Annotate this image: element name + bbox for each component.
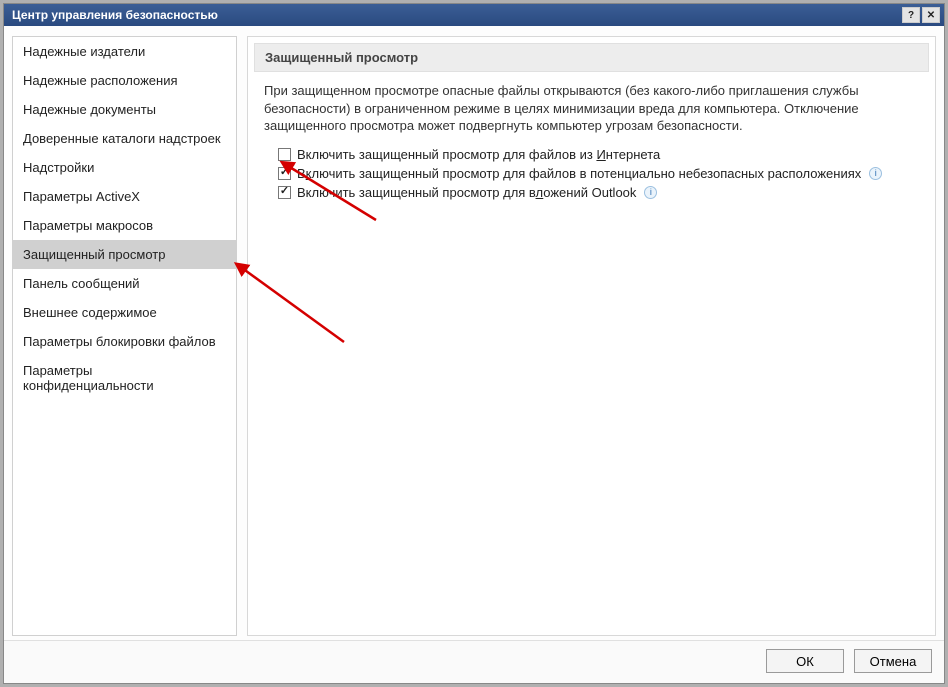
sidebar-item-label: Параметры конфиденциальности	[23, 363, 154, 393]
sidebar-item-5[interactable]: Параметры ActiveX	[13, 182, 236, 211]
sidebar-item-label: Панель сообщений	[23, 276, 140, 291]
sidebar: Надежные издатели Надежные расположения На…	[12, 36, 237, 636]
sidebar-item-label: Параметры ActiveX	[23, 189, 140, 204]
sidebar-item-8[interactable]: Панель сообщений	[13, 269, 236, 298]
sidebar-item-11[interactable]: Параметры конфиденциальности	[13, 356, 236, 400]
ok-button[interactable]: ОК	[766, 649, 844, 673]
info-icon[interactable]: i	[644, 186, 657, 199]
sidebar-item-label: Внешнее содержимое	[23, 305, 157, 320]
sidebar-item-4[interactable]: Надстройки	[13, 153, 236, 182]
sidebar-item-3[interactable]: Доверенные каталоги надстроек	[13, 124, 236, 153]
option-row-0: Включить защищенный просмотр для файлов …	[254, 145, 929, 164]
sidebar-item-label: Надежные издатели	[23, 44, 145, 59]
trust-center-dialog: Центр управления безопасностью ? ✕ Надеж…	[3, 3, 945, 684]
sidebar-item-label: Параметры макросов	[23, 218, 153, 233]
main-panel: Защищенный просмотр При защищенном просм…	[247, 36, 936, 636]
option-label-1[interactable]: Включить защищенный просмотр для файлов …	[297, 166, 861, 181]
titlebar: Центр управления безопасностью ? ✕	[4, 4, 944, 26]
info-icon[interactable]: i	[869, 167, 882, 180]
sidebar-item-label: Надежные расположения	[23, 73, 178, 88]
sidebar-item-label: Надстройки	[23, 160, 94, 175]
sidebar-item-1[interactable]: Надежные расположения	[13, 66, 236, 95]
dialog-body: Надежные издатели Надежные расположения На…	[4, 26, 944, 683]
close-button[interactable]: ✕	[922, 7, 940, 23]
help-button[interactable]: ?	[902, 7, 920, 23]
sidebar-item-0[interactable]: Надежные издатели	[13, 37, 236, 66]
sidebar-item-label: Защищенный просмотр	[23, 247, 165, 262]
sidebar-item-7[interactable]: Защищенный просмотр	[13, 240, 236, 269]
sidebar-item-label: Параметры блокировки файлов	[23, 334, 216, 349]
window-title: Центр управления безопасностью	[12, 8, 900, 22]
button-row: ОК Отмена	[4, 640, 944, 683]
section-header: Защищенный просмотр	[254, 43, 929, 72]
option-row-2: Включить защищенный просмотр для вложени…	[254, 183, 929, 202]
sidebar-item-2[interactable]: Надежные документы	[13, 95, 236, 124]
sidebar-item-9[interactable]: Внешнее содержимое	[13, 298, 236, 327]
option-checkbox-1[interactable]	[278, 167, 291, 180]
sidebar-item-6[interactable]: Параметры макросов	[13, 211, 236, 240]
sidebar-item-label: Надежные документы	[23, 102, 156, 117]
option-row-1: Включить защищенный просмотр для файлов …	[254, 164, 929, 183]
option-label-0[interactable]: Включить защищенный просмотр для файлов …	[297, 147, 660, 162]
option-checkbox-2[interactable]	[278, 186, 291, 199]
option-checkbox-0[interactable]	[278, 148, 291, 161]
option-label-2[interactable]: Включить защищенный просмотр для вложени…	[297, 185, 636, 200]
sidebar-item-label: Доверенные каталоги надстроек	[23, 131, 221, 146]
section-description: При защищенном просмотре опасные файлы о…	[254, 82, 929, 145]
options-group: Включить защищенный просмотр для файлов …	[254, 145, 929, 202]
sidebar-item-10[interactable]: Параметры блокировки файлов	[13, 327, 236, 356]
cancel-button[interactable]: Отмена	[854, 649, 932, 673]
